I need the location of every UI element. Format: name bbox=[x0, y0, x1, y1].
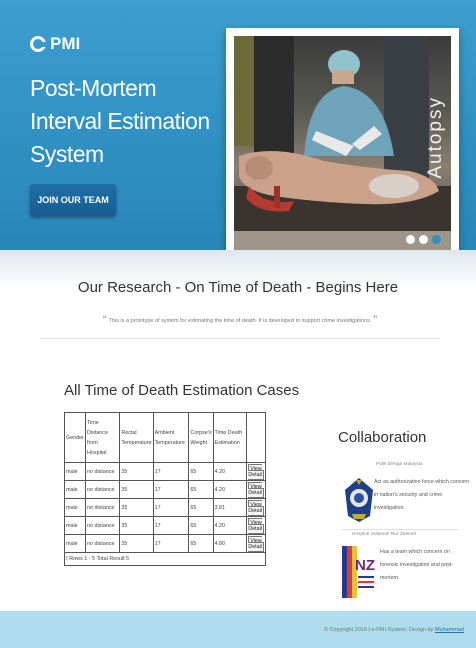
collaborator-description: Act as authorization force which concern… bbox=[374, 479, 470, 511]
cell-rectal-temp: 35 bbox=[119, 516, 154, 535]
cell-estimation: 4.20 bbox=[212, 480, 248, 499]
cell-estimation: 4.20 bbox=[212, 462, 248, 481]
table-row: male no distance 35 17 65 4.20 View Deta… bbox=[64, 480, 266, 499]
cell-weight: 65 bbox=[188, 534, 214, 553]
collaborator-name: Hospital Sultanah Nur Zahirah bbox=[352, 532, 417, 537]
site-logo[interactable]: PMI bbox=[30, 34, 80, 54]
collaboration-divider bbox=[342, 529, 458, 530]
research-quote: “ This is a prototype of system for esti… bbox=[40, 314, 440, 324]
designer-link[interactable]: Muhammad bbox=[435, 627, 464, 633]
cell-rectal-temp: 35 bbox=[119, 480, 154, 499]
join-our-team-button[interactable]: JOIN OUR TEAM bbox=[30, 184, 116, 216]
cell-rectal-temp: 35 bbox=[119, 498, 154, 517]
table-row: male no distance 35 17 65 3.81 View Deta… bbox=[64, 498, 266, 517]
column-header: Rectal Temperature bbox=[119, 412, 154, 463]
view-detail-button[interactable]: View Detail bbox=[248, 481, 265, 498]
cell-distance: no distance bbox=[84, 480, 121, 499]
column-header: Gender bbox=[64, 412, 86, 463]
cell-estimation: 4.20 bbox=[212, 516, 248, 535]
research-heading: Our Research - On Time of Death - Begins… bbox=[77, 279, 399, 296]
pagination-marker-icon: ! bbox=[66, 556, 68, 562]
logo-text: PMI bbox=[50, 34, 81, 53]
cell-distance: no distance bbox=[84, 516, 121, 535]
table-summary-text: Rows 1 - 5 Total Result 5 bbox=[69, 556, 130, 562]
autopsy-scene-illustration bbox=[234, 36, 451, 254]
cell-ambient-temp: 17 bbox=[152, 534, 190, 553]
svg-text:NZ: NZ bbox=[355, 557, 375, 574]
cell-action: View Detail bbox=[246, 480, 266, 499]
table-footer-spacer bbox=[188, 552, 266, 566]
cell-gender: male bbox=[64, 462, 86, 481]
table-footer-row: ! Rows 1 - 5 Total Result 5 bbox=[63, 552, 266, 566]
section-divider bbox=[40, 338, 440, 339]
collaboration-heading: Collaboration bbox=[338, 429, 427, 446]
table-row: male no distance 35 17 65 4.20 View Deta… bbox=[64, 516, 266, 535]
view-detail-button[interactable]: View Detail bbox=[248, 517, 265, 534]
column-header: Time Death Estimation bbox=[212, 412, 248, 463]
slider-dot[interactable] bbox=[406, 235, 415, 244]
view-detail-button[interactable]: View Detail bbox=[248, 499, 265, 516]
table-header-row: Gender Time Distance from Hospital Recta… bbox=[64, 412, 266, 463]
cell-gender: male bbox=[64, 498, 86, 517]
view-detail-button[interactable]: View Detail bbox=[248, 463, 265, 480]
cases-table: Gender Time Distance from Hospital Recta… bbox=[63, 412, 266, 566]
image-slider[interactable]: Autopsy bbox=[226, 28, 459, 262]
cell-rectal-temp: 35 bbox=[119, 462, 154, 481]
hero-title: Post-Mortem Interval Estimation System bbox=[30, 75, 210, 167]
police-badge-icon bbox=[345, 478, 373, 522]
table-row: male no distance 35 17 65 4.80 View Deta… bbox=[64, 534, 266, 553]
column-header bbox=[246, 412, 266, 463]
slider-dot[interactable] bbox=[419, 235, 428, 244]
column-header: Ambient Temperature bbox=[152, 412, 190, 463]
hero-banner: PMI Post-Mortem Interval Estimation Syst… bbox=[0, 0, 476, 262]
cell-ambient-temp: 17 bbox=[152, 498, 190, 517]
cell-weight: 65 bbox=[188, 498, 214, 517]
copyright-text: © Copyright 2016 | e-PMI System. Design … bbox=[324, 627, 464, 633]
column-header: Corpse's Weight bbox=[188, 412, 214, 463]
cell-weight: 65 bbox=[188, 462, 214, 481]
cell-estimation: 4.80 bbox=[212, 534, 248, 553]
cases-heading: All Time of Death Estimation Cases bbox=[64, 382, 300, 399]
cell-distance: no distance bbox=[84, 498, 121, 517]
cell-ambient-temp: 17 bbox=[152, 516, 190, 535]
cell-action: View Detail bbox=[246, 534, 266, 553]
cell-gender: male bbox=[64, 480, 86, 499]
open-quote-icon: “ bbox=[102, 314, 108, 324]
view-detail-button[interactable]: View Detail bbox=[248, 535, 265, 552]
copyright-label: © Copyright 2016 | e-PMI System. Design … bbox=[324, 627, 434, 633]
table-summary: ! Rows 1 - 5 Total Result 5 bbox=[63, 552, 189, 566]
cell-action: View Detail bbox=[246, 498, 266, 517]
cell-ambient-temp: 17 bbox=[152, 480, 190, 499]
cell-gender: male bbox=[64, 516, 86, 535]
collaborator-name: Polis DiRaja Malaysia bbox=[376, 462, 423, 467]
autopsy-slide-image: Autopsy bbox=[234, 36, 451, 254]
cell-distance: no distance bbox=[84, 462, 121, 481]
cell-rectal-temp: 35 bbox=[119, 534, 154, 553]
cell-action: View Detail bbox=[246, 462, 266, 481]
table-row: male no distance 35 17 65 4.20 View Deta… bbox=[64, 462, 266, 481]
slider-dots bbox=[406, 235, 441, 244]
page-footer: © Copyright 2016 | e-PMI System. Design … bbox=[0, 611, 476, 648]
slide-caption: Autopsy bbox=[425, 96, 446, 179]
cell-action: View Detail bbox=[246, 516, 266, 535]
pmi-logo-icon bbox=[30, 36, 47, 52]
cell-weight: 65 bbox=[188, 480, 214, 499]
cell-gender: male bbox=[64, 534, 86, 553]
close-quote-icon: ” bbox=[372, 314, 378, 324]
cell-estimation: 3.81 bbox=[212, 498, 248, 517]
cell-weight: 65 bbox=[188, 516, 214, 535]
slider-dot-active[interactable] bbox=[432, 235, 441, 244]
hospital-logo-icon: NZ bbox=[342, 546, 376, 598]
column-header: Time Distance from Hospital bbox=[84, 412, 121, 463]
cell-distance: no distance bbox=[84, 534, 121, 553]
quote-text: This is a prototype of system for estima… bbox=[108, 318, 372, 324]
collaborator-description: Has a team which concern on forensic inv… bbox=[380, 549, 454, 581]
cell-ambient-temp: 17 bbox=[152, 462, 190, 481]
